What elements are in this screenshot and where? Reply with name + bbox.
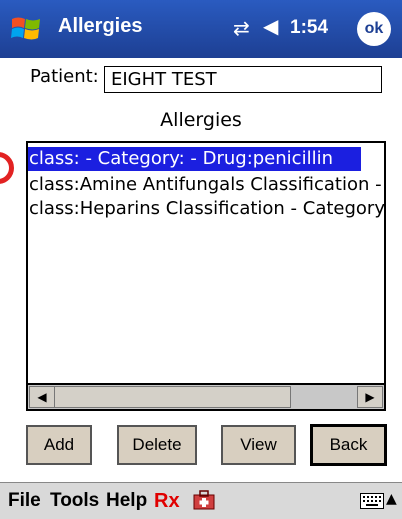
list-item[interactable]: class: - Category: - Drug:penicillin xyxy=(28,147,361,171)
menu-rx[interactable]: Rx xyxy=(154,490,180,513)
list-item[interactable]: class:Amine Antifungals Classification -… xyxy=(28,173,384,197)
back-button[interactable]: Back xyxy=(310,424,387,466)
ok-button[interactable]: ok xyxy=(357,12,391,46)
window-title: Allergies xyxy=(58,15,143,37)
list-item[interactable]: class:Heparins Classification - Category… xyxy=(28,197,384,221)
allergies-heading: Allergies xyxy=(160,109,242,131)
allergies-list[interactable]: class: - Category: - Drug:penicillin cla… xyxy=(26,141,386,411)
view-button[interactable]: View xyxy=(221,425,296,465)
annotation-circle xyxy=(0,152,14,184)
input-panel-arrow-icon[interactable]: ▲ xyxy=(386,491,397,507)
delete-button[interactable]: Delete xyxy=(117,425,197,465)
title-bar: Allergies ⇄ ◀ 1:54 ok xyxy=(0,0,402,58)
connectivity-icon[interactable]: ⇄ xyxy=(233,16,250,40)
volume-icon[interactable]: ◀ xyxy=(263,14,278,38)
scroll-right-button[interactable]: ▶ xyxy=(357,386,383,408)
menu-tools[interactable]: Tools xyxy=(50,490,99,512)
add-button[interactable]: Add xyxy=(26,425,92,465)
menu-help[interactable]: Help xyxy=(106,490,147,512)
rx-kit-icon[interactable] xyxy=(193,490,215,510)
windows-start-icon[interactable] xyxy=(10,13,42,45)
keyboard-icon[interactable] xyxy=(360,493,384,509)
scroll-left-button[interactable]: ◀ xyxy=(29,386,55,408)
menu-bar: File Tools Help Rx ▲ xyxy=(0,482,402,519)
scroll-thumb[interactable] xyxy=(54,386,291,408)
patient-label: Patient: xyxy=(30,66,99,87)
patient-field[interactable]: EIGHT TEST xyxy=(104,66,382,93)
menu-file[interactable]: File xyxy=(8,490,41,512)
clock[interactable]: 1:54 xyxy=(290,17,328,39)
horizontal-scrollbar[interactable]: ◀ ▶ xyxy=(26,383,386,411)
